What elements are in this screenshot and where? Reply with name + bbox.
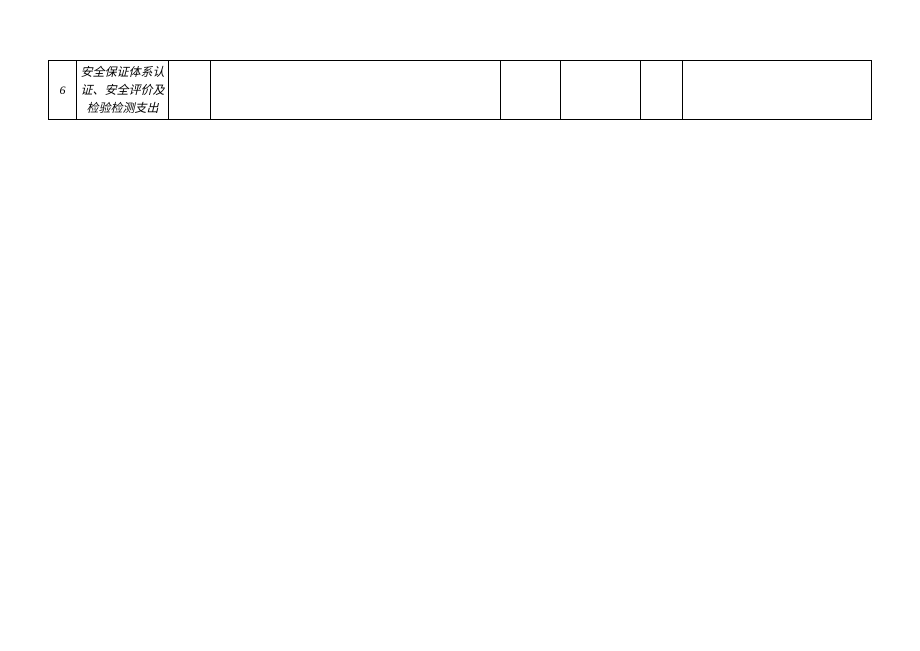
cell-name: 安全保证体系认证、安全评价及检验检测支出	[77, 61, 169, 120]
cell-c7	[641, 61, 683, 120]
expense-table: 6 安全保证体系认证、安全评价及检验检测支出	[48, 60, 872, 120]
cell-c6	[561, 61, 641, 120]
table-row: 6 安全保证体系认证、安全评价及检验检测支出	[49, 61, 872, 120]
cell-c4	[211, 61, 501, 120]
cell-c3	[169, 61, 211, 120]
cell-c5	[501, 61, 561, 120]
cell-c8	[683, 61, 872, 120]
cell-number: 6	[49, 61, 77, 120]
